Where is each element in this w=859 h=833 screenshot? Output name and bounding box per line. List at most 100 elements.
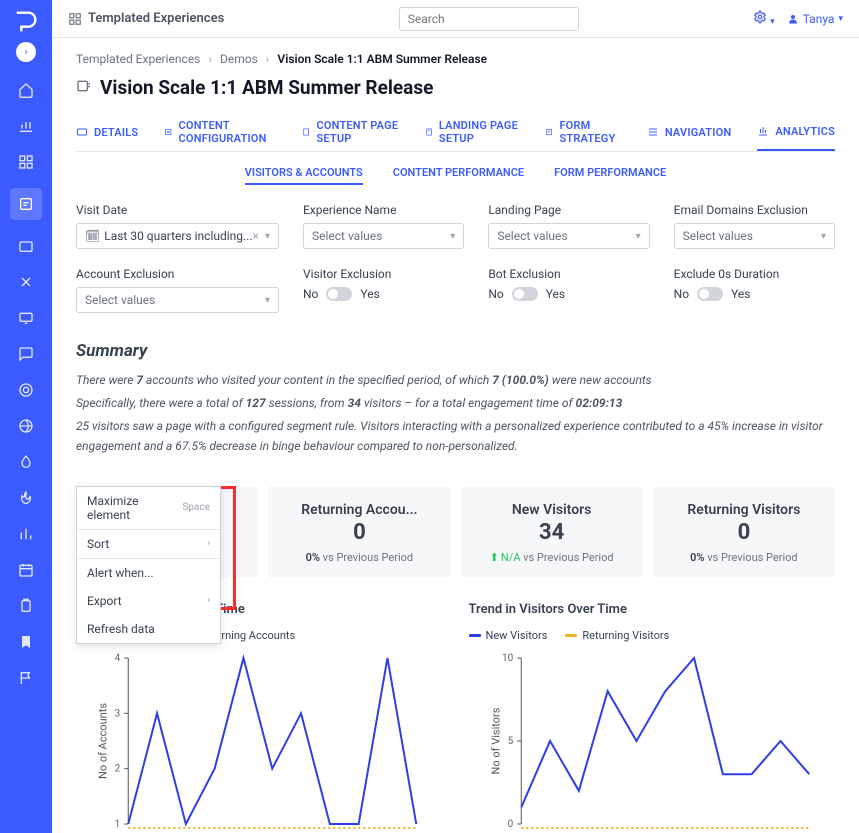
legend-item: New Visitors — [469, 629, 548, 642]
sidebar-expand-button[interactable]: › — [16, 42, 36, 62]
summary-line: There were 7 accounts who visited your c… — [76, 371, 835, 390]
kpi-title: Returning Visitors — [661, 502, 827, 518]
chat-icon[interactable] — [16, 344, 36, 364]
filter-label: Experience Name — [303, 203, 464, 217]
chevron-right-icon: › — [208, 52, 212, 66]
filter-label: Email Domains Exclusion — [674, 203, 835, 217]
menu-export[interactable]: Export› — [77, 587, 220, 615]
svg-text:0: 0 — [507, 819, 513, 830]
breadcrumb: Templated Experiences › Demos › Vision S… — [76, 52, 835, 66]
kpi-title: New Visitors — [469, 502, 635, 518]
globe-icon[interactable] — [16, 416, 36, 436]
account-exclusion-select[interactable]: Select values▾ — [76, 287, 279, 313]
kpi-value: 0 — [661, 520, 827, 545]
topbar: Templated Experiences ▾ Tanya ▾ — [52, 0, 859, 38]
svg-text:4: 4 — [115, 653, 121, 664]
svg-text:No of Visitors: No of Visitors — [489, 707, 502, 774]
search-input-wrap — [399, 7, 579, 31]
grid-icon[interactable] — [16, 152, 36, 172]
toggle-no-label: No — [303, 287, 318, 301]
bookmark-icon[interactable] — [16, 632, 36, 652]
sidebar: › — [0, 0, 52, 833]
subtabs: VISITORS & ACCOUNTS CONTENT PERFORMANCE … — [76, 162, 835, 185]
subtab-visitors[interactable]: VISITORS & ACCOUNTS — [245, 162, 363, 185]
user-icon — [787, 13, 799, 25]
tab-details[interactable]: DETAILS — [76, 113, 138, 151]
kpi-title: Returning Accou... — [276, 502, 442, 518]
search-input[interactable] — [399, 7, 579, 31]
screen-icon[interactable] — [16, 308, 36, 328]
kpi-returning-visitors[interactable]: Returning Visitors 0 0% vs Previous Peri… — [653, 486, 835, 578]
kpi-row: Maximize elementSpace Sort› Alert when..… — [76, 486, 835, 578]
chart-icon[interactable] — [16, 116, 36, 136]
landing-page-select[interactable]: Select values▾ — [488, 223, 649, 249]
page-title: Vision Scale 1:1 ABM Summer Release — [76, 76, 835, 99]
toggle-yes-label: Yes — [546, 287, 565, 301]
clear-icon[interactable]: × — [253, 229, 259, 243]
menu-sort[interactable]: Sort› — [77, 530, 220, 559]
summary-line: Specifically, there were a total of 127 … — [76, 394, 835, 413]
target-icon[interactable] — [16, 380, 36, 400]
kpi-new-visitors[interactable]: New Visitors 34 ⬆ N/A vs Previous Period — [461, 486, 643, 578]
breadcrumb-item[interactable]: Templated Experiences — [76, 52, 200, 66]
breadcrumb-item[interactable]: Demos — [220, 52, 258, 66]
chevron-down-icon: ▾ — [265, 295, 270, 306]
chevron-right-icon: › — [207, 538, 210, 549]
user-name: Tanya — [803, 12, 835, 26]
exclude-0s-toggle[interactable] — [697, 287, 723, 301]
kpi-sub: ⬆ N/A vs Previous Period — [469, 551, 635, 564]
menu-refresh[interactable]: Refresh data — [77, 615, 220, 643]
settings-icon[interactable]: ▾ — [753, 10, 775, 27]
legend-item: Returning Visitors — [565, 629, 669, 642]
chevron-down-icon: ▾ — [450, 231, 455, 242]
summary-title: Summary — [76, 341, 835, 361]
tabs: DETAILS CONTENT CONFIGURATION CONTENT PA… — [76, 113, 835, 152]
chart-area: 123423 Jun 2407 Jul 2421 Jul 2404 Aug 24… — [76, 648, 443, 833]
chevron-down-icon: ▾ — [821, 231, 826, 242]
breadcrumb-item: Vision Scale 1:1 ABM Summer Release — [277, 52, 487, 66]
chevron-right-icon: › — [266, 52, 270, 66]
legend: New Visitors Returning Visitors — [469, 629, 836, 642]
subtab-form-perf[interactable]: FORM PERFORMANCE — [554, 162, 666, 185]
user-menu[interactable]: Tanya ▾ — [787, 12, 843, 26]
tab-navigation[interactable]: NAVIGATION — [647, 113, 732, 151]
kpi-value: 0 — [276, 520, 442, 545]
svg-text:2: 2 — [115, 763, 121, 774]
subtab-content-perf[interactable]: CONTENT PERFORMANCE — [393, 162, 524, 185]
svg-text:1: 1 — [115, 819, 121, 830]
experience-name-select[interactable]: Select values▾ — [303, 223, 464, 249]
page-icon — [76, 76, 92, 99]
menu-maximize[interactable]: Maximize elementSpace — [77, 487, 220, 530]
email-domains-select[interactable]: Select values▾ — [674, 223, 835, 249]
calendar-icon[interactable] — [16, 560, 36, 580]
tab-form-strategy[interactable]: FORM STRATEGY — [545, 113, 621, 151]
tab-content-config[interactable]: CONTENT CONFIGURATION — [164, 113, 276, 151]
tools-icon[interactable] — [16, 272, 36, 292]
flame-icon[interactable] — [16, 488, 36, 508]
tab-landing-page[interactable]: LANDING PAGE SETUP — [425, 113, 520, 151]
form-icon[interactable] — [10, 188, 42, 220]
visit-date-select[interactable]: 🗓 Last 30 quarters including... × ▾ — [76, 223, 279, 249]
toggle-no-label: No — [488, 287, 503, 301]
svg-text:3: 3 — [115, 708, 121, 719]
folder-icon[interactable] — [16, 236, 36, 256]
tab-analytics[interactable]: ANALYTICS — [757, 113, 835, 151]
up-icon: ⬆ N/A — [490, 551, 521, 564]
home-icon[interactable] — [16, 80, 36, 100]
tab-content-page[interactable]: CONTENT PAGE SETUP — [302, 113, 398, 151]
clipboard-icon[interactable] — [16, 596, 36, 616]
app-title-text: Templated Experiences — [88, 11, 224, 26]
bars-icon[interactable] — [16, 524, 36, 544]
svg-text:10: 10 — [502, 653, 514, 664]
kpi-returning-accounts[interactable]: Returning Accou... 0 0% vs Previous Peri… — [268, 486, 450, 578]
drop-icon[interactable] — [16, 452, 36, 472]
chart-visitors: Trend in Visitors Over Time New Visitors… — [469, 602, 836, 833]
menu-alert[interactable]: Alert when... — [77, 559, 220, 587]
visitor-exclusion-toggle[interactable] — [326, 287, 352, 301]
bot-exclusion-toggle[interactable] — [512, 287, 538, 301]
filter-label: Exclude 0s Duration — [674, 267, 835, 281]
flag-icon[interactable] — [16, 668, 36, 688]
toggle-no-label: No — [674, 287, 689, 301]
filter-label: Account Exclusion — [76, 267, 279, 281]
filter-label: Visitor Exclusion — [303, 267, 464, 281]
